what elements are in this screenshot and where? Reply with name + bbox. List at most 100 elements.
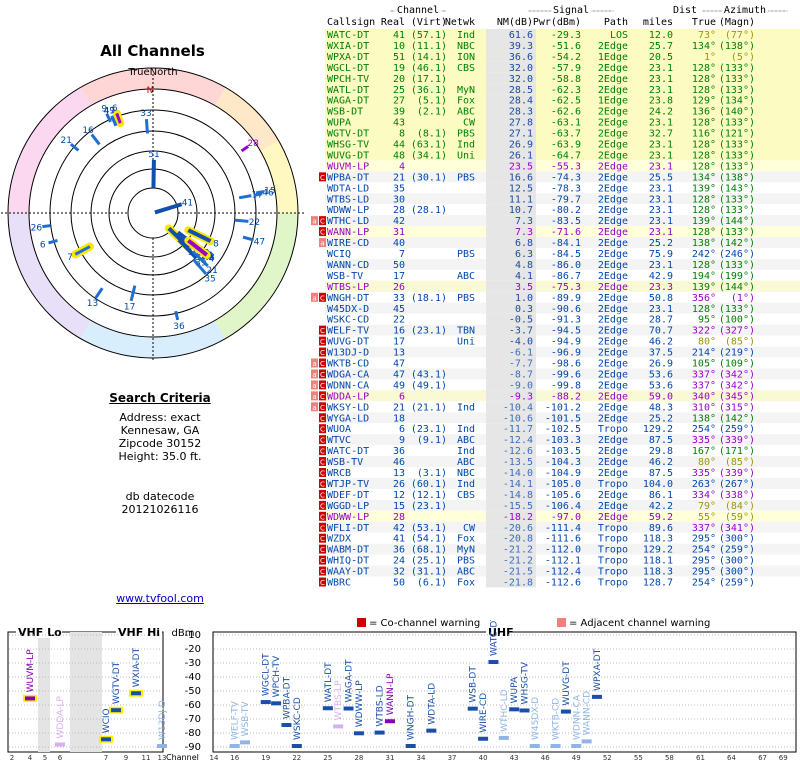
table-cell: 36 <box>393 545 405 556</box>
table-cell: -13.5 <box>503 457 533 468</box>
table-cell: (60.1) <box>411 479 447 490</box>
table-cell: 337° <box>692 380 716 391</box>
bar-label-5: W13DJ-D <box>158 700 168 740</box>
table-cell: 12.0 <box>649 30 673 41</box>
col-header-8: True <box>692 17 716 28</box>
table-cell: -106.4 <box>545 501 581 512</box>
table-cell: (34.1) <box>411 150 447 161</box>
table-cell: -111.6 <box>545 534 581 545</box>
table-cell: Tropo <box>598 479 628 490</box>
flag-letter: C <box>320 338 325 346</box>
table-cell: 6.8 <box>515 238 533 249</box>
table-cell: 295° <box>692 556 716 567</box>
table-cell: -63.9 <box>551 140 581 151</box>
table-cell: WATC-DT <box>327 30 369 41</box>
table-cell: MyN <box>457 545 475 556</box>
table-cell: TBN <box>457 326 475 337</box>
table-cell: WZDX <box>327 534 351 545</box>
table-cell: WSB-DT <box>327 107 363 118</box>
table-cell: 4 <box>399 161 405 172</box>
table-cell: 23.1 <box>649 304 673 315</box>
table-cell: CW <box>463 523 476 534</box>
bar-label-19: WDTA-LD <box>427 683 437 725</box>
table-cell: WANN-CD <box>327 260 369 271</box>
table-cell: -21.8 <box>503 578 533 589</box>
table-cell: (54.1) <box>411 534 447 545</box>
table-cell: -90.6 <box>551 304 581 315</box>
bar-label-18: WNGH-DT <box>407 694 417 740</box>
table-cell: 40 <box>393 238 405 249</box>
criteria-height: Height: 35.0 ft. <box>118 450 202 463</box>
table-cell: 23.1 <box>649 150 673 161</box>
table-cell: PBS <box>457 293 475 304</box>
table-cell: 2Edge <box>598 107 628 118</box>
y-tick-label: -70 <box>185 714 201 725</box>
table-cell: Fox <box>457 534 475 545</box>
table-cell: (134°) <box>719 96 755 107</box>
table-cell: (21.1) <box>411 402 447 413</box>
col-header-1: Real <box>381 17 405 28</box>
table-cell: -21.5 <box>503 567 533 578</box>
bearing-label-23: 4 <box>209 255 215 265</box>
section-label-0: VHF Lo <box>18 626 62 639</box>
x-tick-label: 2 <box>10 754 14 762</box>
group-header-0: Channel <box>397 5 439 16</box>
table-cell: -102.5 <box>545 424 581 435</box>
signal-bar-27 <box>550 744 561 748</box>
flag-letter: C <box>320 426 325 434</box>
table-cell: (85°) <box>725 337 755 348</box>
table-cell: 53.6 <box>649 380 673 391</box>
signal-bar-7 <box>240 740 251 745</box>
table-cell: WABM-DT <box>327 545 369 556</box>
table-cell: 20.5 <box>649 52 673 63</box>
table-cell: -20.8 <box>503 534 533 545</box>
table-cell: 194° <box>692 271 716 282</box>
signal-bar-21 <box>478 736 489 741</box>
table-cell: 105° <box>692 359 716 370</box>
signal-bar-1 <box>55 742 65 747</box>
table-cell: WDNN-CA <box>327 380 369 391</box>
table-cell: 128° <box>692 227 716 238</box>
table-cell: (341°) <box>719 523 755 534</box>
table-cell: (53.1) <box>411 523 447 534</box>
table-cell: -84.5 <box>551 249 581 260</box>
signal-bar-2 <box>101 737 111 742</box>
table-cell: 337° <box>692 523 716 534</box>
table-cell: 17 <box>393 337 405 348</box>
table-cell: 2Edge <box>598 348 628 359</box>
table-cell: 2Edge <box>598 249 628 260</box>
tvfool-link[interactable]: www.tvfool.com <box>85 592 235 605</box>
table-cell: Uni <box>457 337 475 348</box>
bearing-label-30: 6 <box>40 241 46 251</box>
x-tick-label: 69 <box>779 754 788 762</box>
table-cell: 322° <box>692 326 716 337</box>
table-cell: 18 <box>393 413 405 424</box>
table-cell: 23.1 <box>649 118 673 129</box>
table-cell: WTBS-LP <box>327 282 369 293</box>
table-cell: (18.1) <box>411 293 447 304</box>
x-tick-label: 16 <box>230 754 239 762</box>
table-cell: 138° <box>692 413 716 424</box>
signal-bar-8 <box>260 700 271 705</box>
table-cell: (138°) <box>719 172 755 183</box>
x-tick-label: 5 <box>43 754 47 762</box>
north-label: TrueNorth <box>127 67 177 78</box>
table-cell: 2Edge <box>598 85 628 96</box>
table-cell: (133°) <box>719 194 755 205</box>
bar-label-10: WPBA-DT <box>282 676 292 719</box>
table-cell: 10 <box>393 41 405 52</box>
datecode-value: 20121026116 <box>121 503 199 516</box>
table-cell: (327°) <box>719 326 755 337</box>
table-cell: PBS <box>457 129 475 140</box>
table-cell: 75.9 <box>649 249 673 260</box>
table-cell: ABC <box>457 567 475 578</box>
table-cell: WGTV-DT <box>327 129 369 140</box>
bar-label-15: WDWW-LP <box>355 680 365 728</box>
flag-letter: C <box>320 568 325 576</box>
table-cell: 59.2 <box>649 512 673 523</box>
table-cell: -10.6 <box>503 413 533 424</box>
flag-letter: C <box>320 557 325 565</box>
col-header-2: (Virt) <box>411 17 447 28</box>
search-criteria: Search Criteria Address: exact Kennesaw,… <box>70 392 250 517</box>
table-cell: 2Edge <box>598 402 628 413</box>
